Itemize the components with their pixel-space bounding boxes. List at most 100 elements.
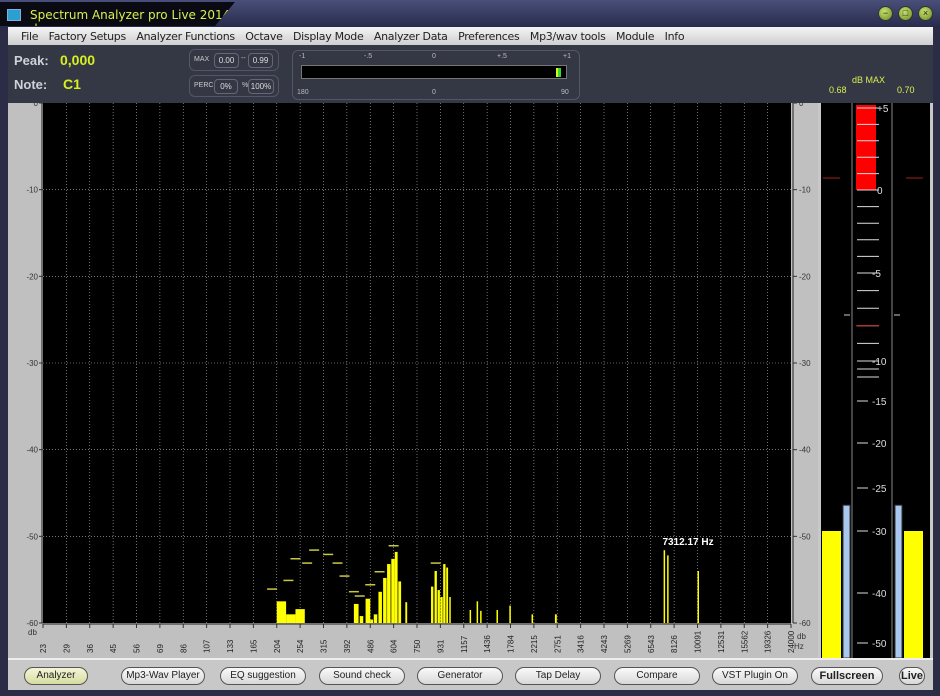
x-tick-label: 8126: [670, 635, 679, 653]
compare-button[interactable]: Compare: [614, 667, 700, 685]
mp3-wav-player-button[interactable]: Mp3-Wav Player: [121, 667, 205, 685]
x-tick-label: 2751: [553, 635, 562, 653]
x-tick-label: 133: [226, 639, 235, 653]
spectrum-bar: [383, 577, 387, 623]
perc-high-field[interactable]: 100%: [248, 79, 274, 94]
x-tick-label: 254: [296, 639, 305, 653]
peak-hold-mark: [388, 545, 399, 547]
note-value: C1: [63, 76, 81, 92]
y-tick-label-left: -30: [26, 359, 38, 368]
peak-hold-mark: [283, 579, 294, 582]
spectrum-bar: [443, 564, 446, 623]
x-tick-label: 56: [133, 644, 142, 653]
meter-scale-label: -5: [872, 269, 881, 280]
y-tick-label-left: -40: [26, 446, 38, 455]
x-tick-label: 36: [86, 644, 95, 653]
perc-label: PERC: [194, 82, 214, 89]
spectrum-bar: [394, 551, 398, 623]
y-tick-label-right: -60: [799, 619, 811, 628]
x-tick-label: 19326: [764, 630, 773, 653]
y-tick-label-left: 0: [34, 103, 39, 108]
title-bar: Spectrum Analyzer pro Live 2014 demo − □…: [0, 0, 940, 28]
spectrum-bar: [359, 616, 364, 623]
y-tick-label-left: -10: [26, 186, 38, 195]
analyzer-button[interactable]: Analyzer: [24, 667, 88, 685]
maximize-icon: □: [902, 8, 909, 18]
spectrum-bar: [554, 614, 557, 623]
minimize-icon: −: [882, 8, 889, 18]
phase-tick: 180: [297, 89, 309, 96]
spectrum-bar: [476, 601, 479, 623]
spectrum-bar: [286, 614, 296, 623]
x-tick-label: 750: [413, 639, 422, 653]
y-axis-label-left: db: [28, 628, 37, 637]
peak-value: 0,000: [60, 52, 96, 68]
y-tick-label-left: -20: [26, 272, 38, 281]
x-tick-label: 604: [390, 639, 399, 653]
x-axis-label: Hz: [794, 642, 804, 651]
phase-tick: -1: [299, 53, 306, 60]
y-tick-label-right: -40: [799, 446, 811, 455]
menu-info[interactable]: Info: [662, 28, 688, 46]
x-tick-label: 486: [366, 639, 375, 653]
x-tick-label: 15562: [740, 630, 749, 653]
x-tick-label: 12531: [717, 630, 726, 653]
spectrum-bar: [667, 555, 669, 623]
menu-mp3-wav-tools[interactable]: Mp3/wav tools: [527, 28, 609, 46]
y-axis-label-right: db: [797, 632, 806, 641]
note-label: Note:: [14, 77, 48, 92]
tap-delay-button[interactable]: Tap Delay: [515, 667, 601, 685]
level-meter-panel: +5 0 -5 -10 -15 -20 -25 -30 -40 -50: [818, 103, 933, 659]
x-tick-label: 29: [62, 644, 71, 653]
live-button[interactable]: Live: [899, 667, 925, 685]
x-tick-label: 4243: [600, 635, 609, 653]
menu-analyzer-functions[interactable]: Analyzer Functions: [133, 28, 237, 46]
menu-factory-setups[interactable]: Factory Setups: [46, 28, 129, 46]
fullscreen-button[interactable]: Fullscreen: [811, 667, 883, 685]
vst-plugin-button[interactable]: VST Plugin On: [712, 667, 798, 685]
menu-octave[interactable]: Octave: [242, 28, 285, 46]
peak-hold-mark: [374, 571, 385, 573]
x-tick-label: 86: [179, 644, 188, 653]
spectrum-bar: [446, 567, 449, 623]
eq-suggestion-button[interactable]: EQ suggestion: [220, 667, 306, 685]
spectrum-bar: [378, 591, 382, 623]
overload-zone: [856, 105, 876, 190]
x-tick-label: 107: [203, 639, 212, 653]
minimize-button[interactable]: −: [878, 6, 893, 21]
close-button[interactable]: ×: [918, 6, 933, 21]
perc-low-field[interactable]: 0%: [214, 79, 238, 94]
generator-button[interactable]: Generator: [417, 667, 503, 685]
x-tick-label: 10091: [694, 630, 703, 653]
x-tick-label: 931: [436, 639, 445, 653]
bottom-toolbar: Analyzer Mp3-Wav Player EQ suggestion So…: [8, 658, 933, 690]
phase-meter-bar: [301, 65, 567, 79]
max-low-field[interactable]: 0.00: [214, 53, 239, 68]
y-tick-label-right: -20: [799, 272, 811, 281]
peak-hold-mark: [430, 562, 441, 564]
meter-scale-label: +5: [877, 104, 889, 115]
meter-scale-label: -10: [872, 357, 887, 368]
menu-module[interactable]: Module: [613, 28, 657, 46]
menu-preferences[interactable]: Preferences: [455, 28, 522, 46]
x-tick-label: 3416: [577, 635, 586, 653]
spectrum-bar: [373, 614, 378, 623]
level-meter: +5 0 -5 -10 -15 -20 -25 -30 -40 -50: [821, 103, 930, 659]
spectrum-bar: [387, 564, 391, 623]
spectrum-bar: [276, 601, 287, 623]
spectrum-chart[interactable]: 23 29 36 45 56 69 86 107 133 165 204 254 315 392 486 60…: [8, 99, 818, 658]
menu-analyzer-data[interactable]: Analyzer Data: [371, 28, 451, 46]
maximize-button[interactable]: □: [898, 6, 913, 21]
x-tick-label: 165: [249, 639, 258, 653]
max-high-field[interactable]: 0.99: [248, 53, 273, 68]
peak-label: Peak:: [14, 53, 49, 68]
menu-display-mode[interactable]: Display Mode: [290, 28, 366, 46]
meter-scale-label: -15: [872, 397, 887, 408]
max-separator: --: [241, 55, 246, 62]
menu-file[interactable]: File: [18, 28, 41, 46]
phase-tick: 0: [432, 53, 436, 60]
sound-check-button[interactable]: Sound check: [319, 667, 405, 685]
peak-hold-mark: [323, 553, 334, 556]
y-tick-label-right: -30: [799, 359, 811, 368]
spectrum-bar: [437, 590, 440, 623]
